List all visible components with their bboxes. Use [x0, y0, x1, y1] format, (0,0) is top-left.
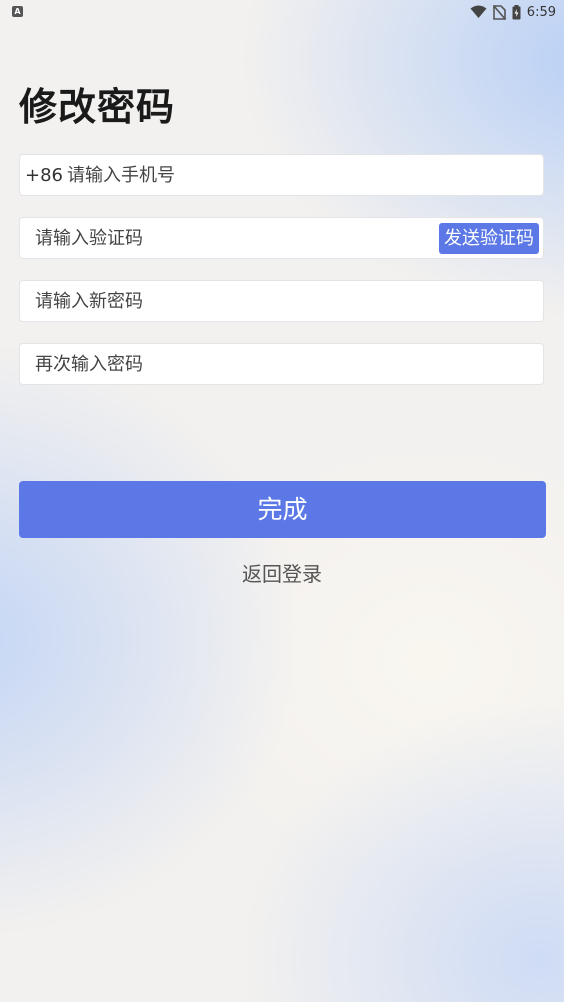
phone-field[interactable]: +86 [19, 154, 544, 196]
new-password-input[interactable] [35, 281, 530, 321]
country-code[interactable]: +86 [25, 155, 63, 197]
send-code-button[interactable]: 发送验证码 [439, 223, 539, 254]
wifi-icon [470, 5, 487, 18]
battery-icon [512, 4, 521, 19]
status-bar: A 6:59 [0, 0, 564, 24]
new-password-field[interactable] [19, 280, 544, 322]
verification-code-input[interactable] [35, 218, 430, 258]
back-to-login-link[interactable]: 返回登录 [0, 558, 564, 590]
submit-button[interactable]: 完成 [19, 481, 546, 538]
verification-code-field[interactable]: 发送验证码 [19, 217, 544, 259]
notification-a-icon: A [12, 6, 23, 17]
status-icons: 6:59 [470, 2, 556, 22]
phone-input[interactable] [67, 155, 527, 195]
no-sim-icon [492, 4, 506, 20]
confirm-password-field[interactable] [19, 343, 544, 385]
status-time: 6:59 [526, 4, 556, 20]
confirm-password-input[interactable] [35, 344, 530, 384]
page-title: 修改密码 [19, 85, 176, 129]
